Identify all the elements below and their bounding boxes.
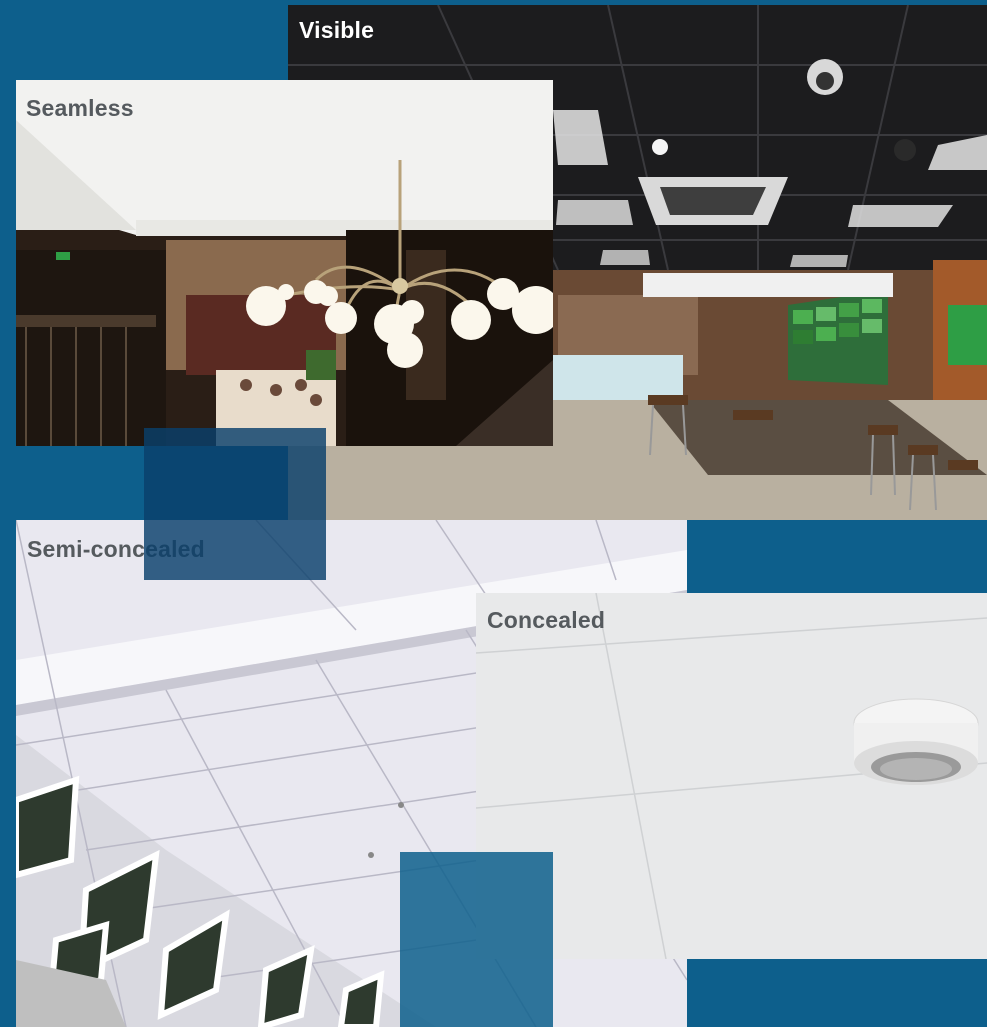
overlay-block-bottom: [400, 852, 553, 1027]
seamless-label: Seamless: [26, 95, 134, 121]
visible-label: Visible: [299, 17, 375, 43]
overlay-block-top: [144, 428, 326, 580]
seamless-photo-illustration: [16, 80, 553, 446]
concealed-label: Concealed: [487, 607, 606, 633]
seamless-photo: Seamless: [16, 80, 553, 446]
